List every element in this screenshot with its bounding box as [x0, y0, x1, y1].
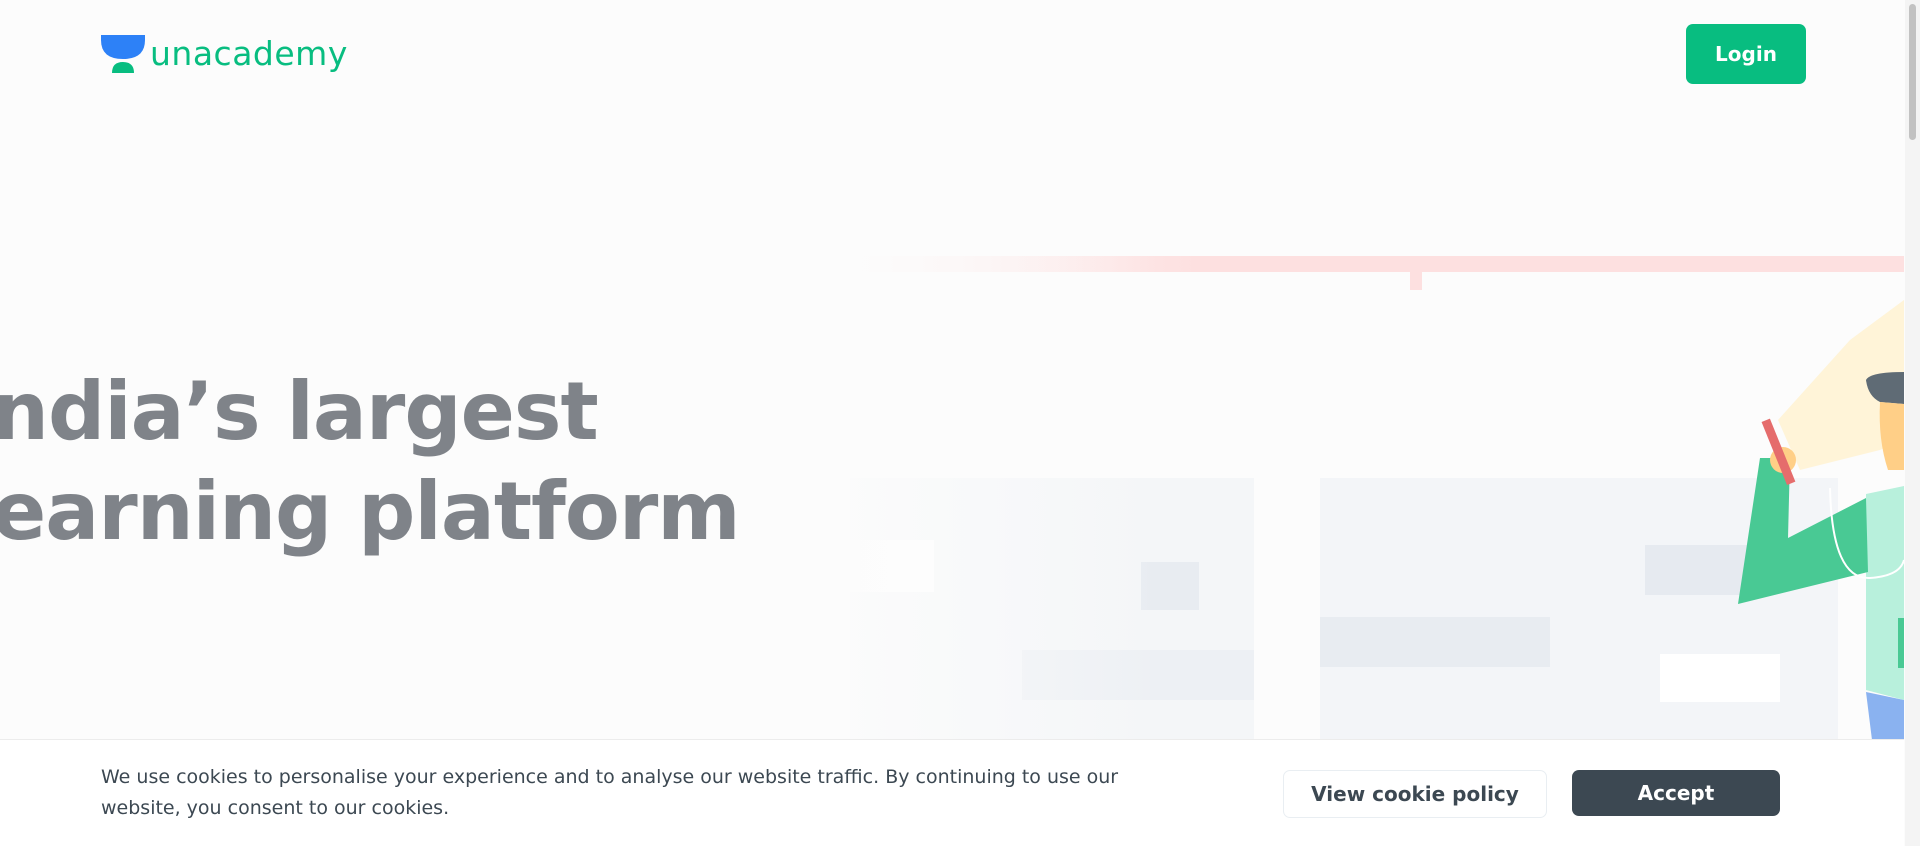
scene-fade — [800, 0, 1160, 846]
unacademy-logo[interactable]: unacademy — [100, 34, 348, 74]
top-header: unacademy Login — [0, 0, 1904, 110]
hero-heading-line-2: earning platform — [0, 465, 741, 558]
page: unacademy Login ndia’s largest earning p… — [0, 0, 1920, 846]
unacademy-logo-icon — [101, 35, 145, 73]
cookie-message: We use cookies to personalise your exper… — [101, 766, 1119, 819]
hero-heading: ndia’s largest earning platform — [0, 362, 741, 562]
shelf-peg — [1410, 272, 1422, 290]
view-cookie-policy-button[interactable]: View cookie policy — [1283, 770, 1547, 818]
accept-cookies-button[interactable]: Accept — [1572, 770, 1780, 816]
login-button[interactable]: Login — [1686, 24, 1806, 84]
cookie-banner: We use cookies to personalise your exper… — [0, 739, 1904, 846]
scrollbar-thumb[interactable] — [1909, 4, 1916, 140]
block-6 — [1660, 654, 1780, 702]
vertical-scrollbar[interactable] — [1905, 0, 1920, 846]
hero-heading-line-1: ndia’s largest — [0, 365, 599, 458]
block-4 — [1320, 617, 1550, 667]
block-5 — [1645, 545, 1755, 595]
logo-wordmark: unacademy — [150, 33, 348, 73]
